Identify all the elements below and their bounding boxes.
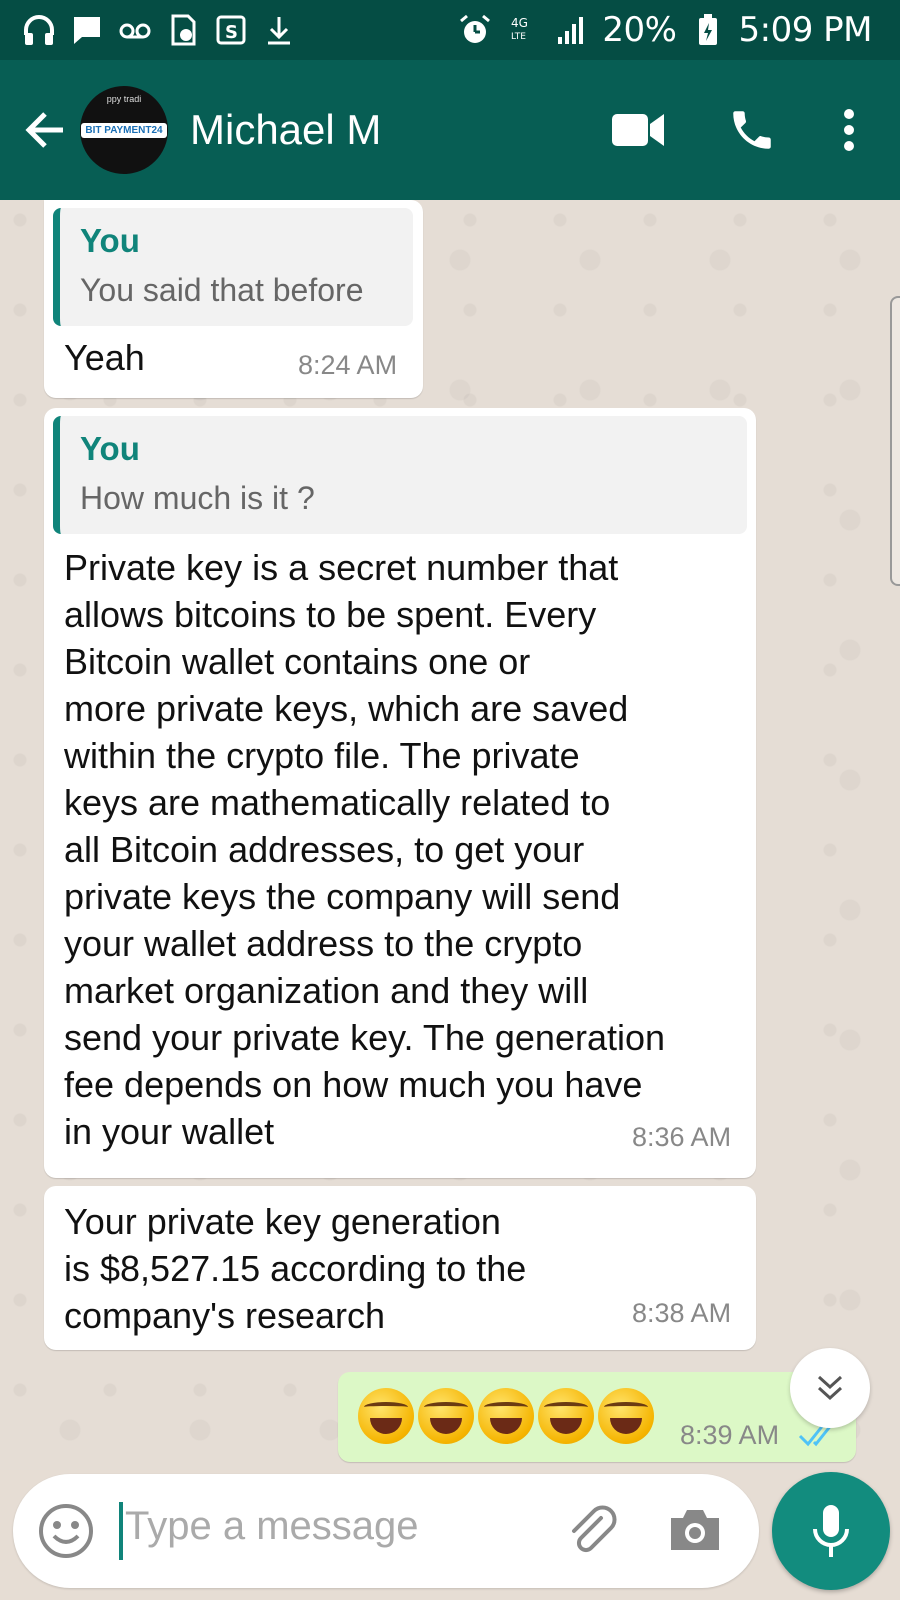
avatar-caption: ppy tradi [106,94,142,104]
headset-icon [22,13,56,47]
message-line: private keys the company will send [64,876,621,917]
message-line: allows bitcoins to be spent. Every [64,594,597,635]
clock: 5:09 PM [738,10,873,50]
scroll-to-bottom-button[interactable] [790,1348,870,1428]
message-time: 8:36 AM [632,1122,732,1152]
message-time: 8:38 AM [632,1298,732,1328]
quoted-message[interactable]: You How much is it ? [53,416,747,534]
rolling-on-floor-laughing-icon [418,1388,474,1444]
rolling-on-floor-laughing-icon [478,1388,534,1444]
message-bubble-incoming[interactable]: You How much is it ? Private key is a se… [44,408,756,1178]
voicemail-icon [118,13,152,47]
voice-call-button[interactable] [710,88,794,172]
message-time: 8:24 AM [298,350,398,380]
message-line: is $8,527.15 according to the [64,1248,527,1289]
message-bubble-incoming[interactable]: You You said that before Yeah 8:24 AM [44,200,423,398]
message-line: Private key is a secret number that [64,547,619,588]
contact-avatar[interactable]: ppy tradi BIT PAYMENT24 [80,86,168,174]
emoji-row [358,1388,654,1444]
quoted-text: How much is it ? [80,480,315,516]
message-line: within the crypto file. The private [64,735,580,776]
message-time: 8:39 AM [680,1420,780,1450]
paperclip-icon [572,1505,617,1553]
message-line: all Bitcoin addresses, to get your [64,829,585,870]
message-line: Your private key generation [64,1201,501,1242]
samsung-pay-icon: S [214,13,248,47]
message-line: keys are mathematically related to [64,782,611,823]
contact-name[interactable]: Michael M [190,106,596,154]
message-line: company's research [64,1295,386,1336]
scroll-thumb[interactable] [890,296,900,586]
svg-text:LTE: LTE [511,32,526,42]
svg-text:S: S [225,22,238,43]
message-line: more private keys, which are saved [64,688,629,729]
attach-button[interactable] [561,1500,621,1560]
message-text: Your private key generation is $8,527.15… [64,1198,704,1339]
status-bar: S 4G LTE 20% 5:09 PM [0,0,900,60]
camera-icon [671,1510,719,1550]
quoted-author: You [80,222,140,259]
microphone-icon [813,1505,849,1557]
message-bubble-incoming[interactable]: Your private key generation is $8,527.15… [44,1186,756,1350]
battery-percent: 20% [602,10,677,50]
chat-icon [70,13,104,47]
message-line: send your private key. The generation [64,1017,666,1058]
svg-text:4G: 4G [511,16,528,30]
message-line: fee depends on how much you have [64,1064,643,1105]
video-camera-icon [612,114,664,146]
alarm-icon [458,13,492,47]
message-input[interactable]: Type a message [125,1504,419,1549]
avatar-logo: BIT PAYMENT24 [81,122,167,138]
camera-button[interactable] [665,1500,725,1560]
quoted-text: You said that before [80,272,364,308]
rolling-on-floor-laughing-icon [598,1388,654,1444]
emoji-button[interactable] [37,1502,95,1560]
conversation-header: ppy tradi BIT PAYMENT24 Michael M [0,60,900,200]
text-cursor [119,1502,123,1560]
voice-message-button[interactable] [772,1472,890,1590]
quoted-message[interactable]: You You said that before [53,208,413,326]
rolling-on-floor-laughing-icon [538,1388,594,1444]
quoted-author: You [80,430,140,467]
message-line: your wallet address to the crypto [64,923,583,964]
message-line: Bitcoin wallet contains one or [64,641,531,682]
message-composer: Type a message [13,1474,759,1588]
double-chevron-down-icon [817,1375,843,1401]
sim-icon [166,13,200,47]
back-button[interactable] [10,95,80,165]
message-list[interactable]: You You said that before Yeah 8:24 AM Yo… [0,200,900,1470]
rolling-on-floor-laughing-icon [358,1388,414,1444]
download-icon [262,13,296,47]
more-vertical-icon [844,109,854,151]
message-line: market organization and they will [64,970,589,1011]
video-call-button[interactable] [596,88,680,172]
more-options-button[interactable] [824,88,874,172]
message-text: Private key is a secret number that allo… [64,544,744,1155]
phone-icon [733,111,771,149]
message-bubble-outgoing[interactable]: 8:39 AM [338,1372,856,1462]
smiley-icon [39,1504,93,1558]
back-arrow-icon [25,112,63,148]
message-text: Yeah [64,337,145,378]
battery-charging-icon [691,13,725,47]
signal-icon [554,13,588,47]
4g-lte-icon: 4G LTE [506,13,540,47]
